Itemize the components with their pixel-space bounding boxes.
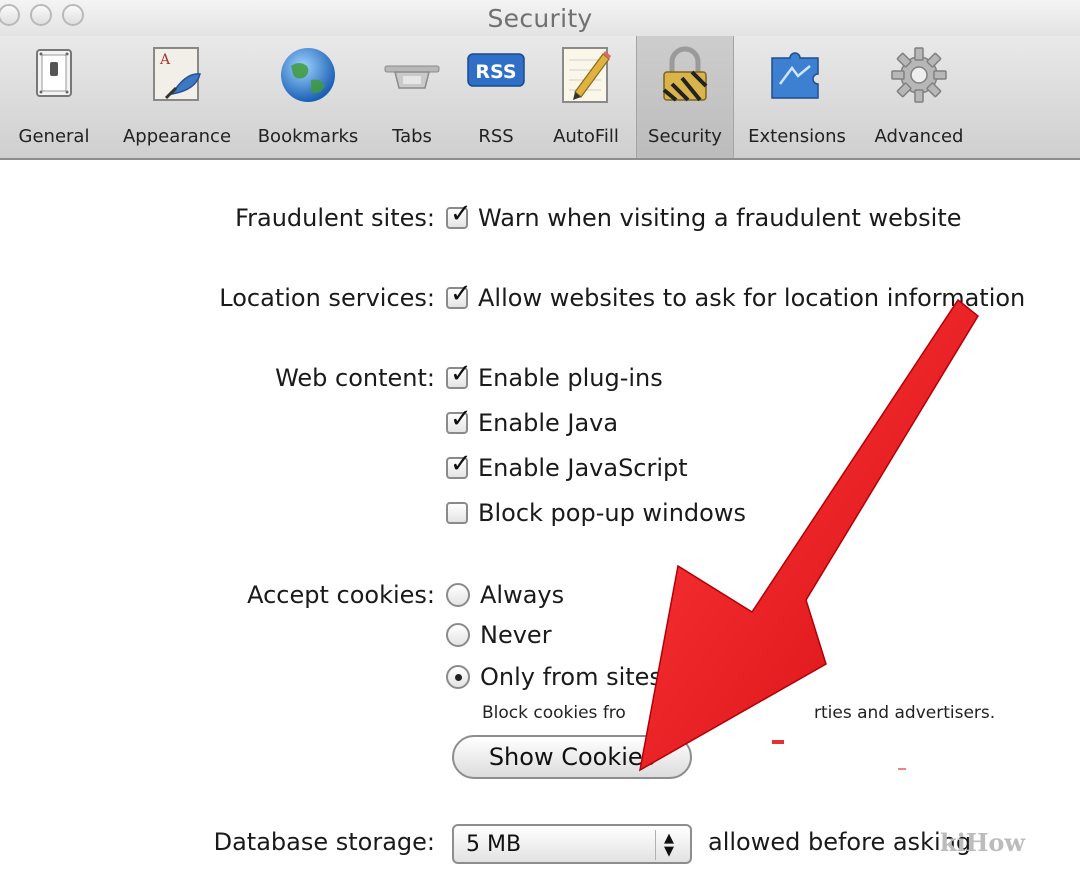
tab-appearance[interactable]: A Appearance [110, 36, 244, 158]
enable-javascript-text: Enable JavaScript [478, 454, 688, 482]
tab-autofill-label: AutoFill [553, 126, 619, 147]
tab-tabs-label: Tabs [392, 126, 432, 147]
cookies-note-left: Block cookies fro [482, 703, 626, 723]
checkbox-unchecked-icon [446, 502, 468, 524]
gear-icon [891, 47, 947, 103]
database-storage-value: 5 MB [466, 832, 522, 857]
svg-text:A: A [159, 52, 171, 68]
fraudulent-sites-label: Fraudulent sites: [235, 204, 435, 232]
block-popups-checkbox[interactable]: Block pop-up windows [446, 499, 746, 527]
cookies-only-from-sites-radio[interactable]: Only from sites [446, 663, 662, 691]
autofill-pencil-icon [562, 47, 611, 103]
tab-advanced[interactable]: Advanced [860, 36, 978, 158]
tab-security[interactable]: Security [636, 36, 734, 158]
enable-java-text: Enable Java [478, 409, 619, 437]
location-allow-text: Allow websites to ask for location infor… [478, 284, 1026, 312]
annotation-speck [772, 740, 784, 744]
accept-cookies-label: Accept cookies: [247, 581, 435, 609]
checkbox-checked-icon [446, 359, 472, 389]
enable-java-checkbox[interactable]: Enable Java [446, 404, 619, 437]
svg-text:RSS: RSS [475, 61, 516, 83]
checkbox-checked-icon [446, 449, 472, 479]
globe-icon [281, 48, 335, 102]
cookies-note-right: rties and advertisers. [814, 703, 996, 723]
database-storage-select[interactable]: 5 MB ▲ ▼ [452, 824, 692, 864]
location-services-label: Location services: [219, 284, 435, 312]
cookies-always-radio[interactable]: Always [446, 581, 564, 609]
fraudulent-warn-checkbox[interactable]: Warn when visiting a fraudulent website [446, 199, 962, 232]
appearance-icon: A [153, 47, 201, 101]
rss-icon: RSS [467, 53, 525, 87]
database-storage-suffix: allowed before asking [708, 828, 972, 856]
tab-appearance-label: Appearance [122, 126, 232, 147]
tab-advanced-label: Advanced [874, 126, 964, 147]
wikihow-watermark: kiHow [940, 828, 1026, 857]
checkbox-checked-icon [446, 404, 472, 434]
web-content-label: Web content: [275, 364, 435, 392]
red-arrow-shape [638, 298, 979, 772]
general-switch-icon [36, 49, 72, 97]
preferences-toolbar: General A Appearance Bookmarks Tabs RSS … [0, 36, 1080, 160]
block-popups-text: Block pop-up windows [478, 499, 746, 527]
fraudulent-warn-text: Warn when visiting a fraudulent website [478, 204, 962, 232]
cookies-never-text: Never [480, 621, 552, 649]
cookies-never-radio[interactable]: Never [446, 621, 552, 649]
radio-unselected-icon [446, 623, 470, 647]
cookies-only-from-sites-text: Only from sites [480, 663, 662, 691]
window-title: Security [487, 4, 593, 33]
title-bar: Security [0, 0, 1080, 36]
database-storage-label: Database storage: [213, 828, 435, 856]
enable-javascript-checkbox[interactable]: Enable JavaScript [446, 449, 688, 482]
tabs-icon [384, 65, 440, 89]
show-cookies-button[interactable]: Show Cookies [452, 735, 692, 779]
annotation-speck [898, 768, 906, 770]
cookies-always-text: Always [480, 581, 565, 609]
tab-extensions[interactable]: Extensions [736, 36, 858, 158]
tab-extensions-label: Extensions [748, 126, 846, 147]
stepper-arrows-icon: ▲ ▼ [655, 830, 682, 860]
tab-tabs[interactable]: Tabs [372, 36, 452, 158]
checkbox-checked-icon [446, 279, 472, 309]
tab-general[interactable]: General [2, 36, 106, 158]
enable-plugins-checkbox[interactable]: Enable plug-ins [446, 359, 663, 392]
enable-plugins-text: Enable plug-ins [478, 364, 663, 392]
checkbox-checked-icon [446, 199, 472, 229]
radio-selected-icon [446, 665, 470, 689]
tab-rss-label: RSS [478, 126, 514, 147]
tab-autofill[interactable]: AutoFill [538, 36, 634, 158]
padlock-icon [662, 46, 708, 102]
tab-bookmarks-label: Bookmarks [257, 126, 359, 147]
tab-bookmarks[interactable]: Bookmarks [246, 36, 370, 158]
tab-security-label: Security [648, 126, 722, 147]
tab-general-label: General [18, 126, 90, 147]
tab-rss[interactable]: RSS RSS [456, 36, 536, 158]
location-allow-checkbox[interactable]: Allow websites to ask for location infor… [446, 279, 1026, 312]
puzzle-icon [771, 52, 819, 99]
radio-unselected-icon [446, 583, 470, 607]
